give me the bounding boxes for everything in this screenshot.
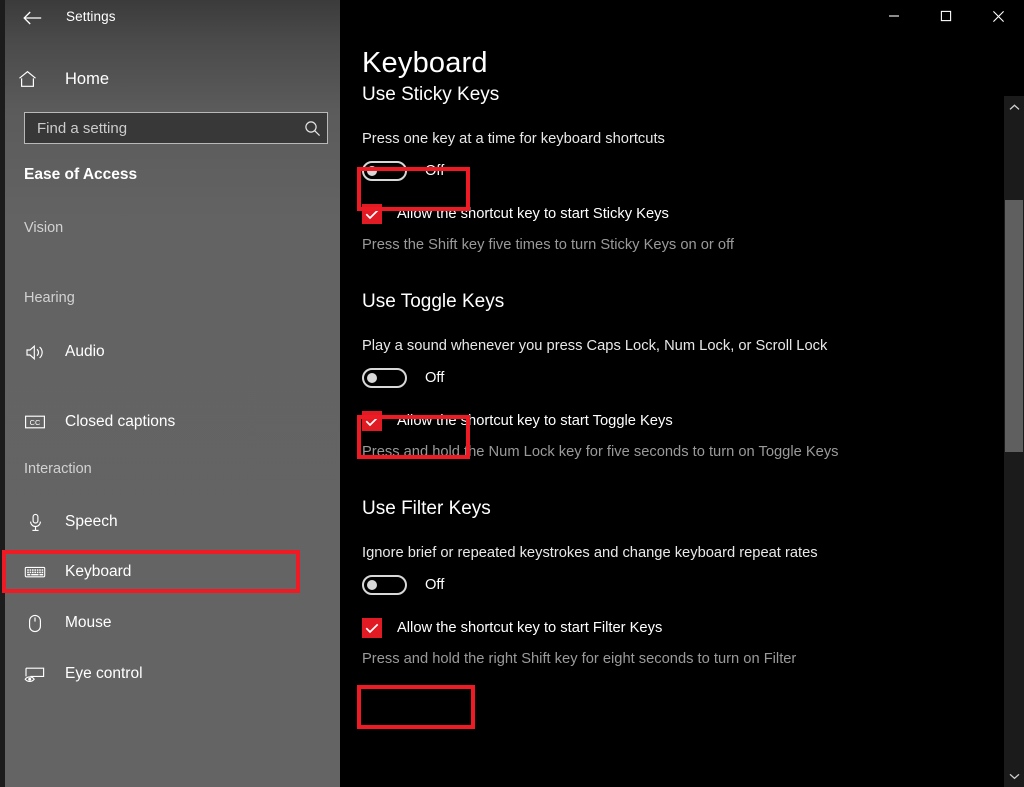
eye-control-icon (23, 666, 47, 683)
sidebar-category-title: Ease of Access (24, 166, 137, 184)
sticky-keys-shortcut-checkbox-row[interactable]: Allow the shortcut key to start Sticky K… (362, 204, 992, 224)
sidebar-item-keyboard[interactable]: Keyboard (5, 551, 340, 593)
toggle-keys-hint: Press and hold the Num Lock key for five… (362, 442, 852, 462)
section-description: Play a sound whenever you press Caps Loc… (362, 336, 842, 356)
section-title: Use Sticky Keys (362, 82, 992, 108)
sidebar-item-closed-captions-label: Closed captions (65, 413, 175, 431)
section-sticky-keys: Use Sticky Keys Press one key at a time … (362, 82, 992, 255)
sidebar-item-home[interactable]: Home (18, 64, 328, 94)
toggle-keys-toggle-row: Off (362, 363, 992, 393)
minimize-button[interactable] (868, 0, 920, 32)
section-toggle-keys: Use Toggle Keys Play a sound whenever yo… (362, 289, 992, 462)
mouse-icon (23, 614, 47, 633)
toggle-knob (367, 166, 377, 176)
speaker-icon (23, 344, 47, 361)
sidebar-item-mouse-label: Mouse (65, 614, 112, 632)
filter-keys-shortcut-checkbox[interactable] (362, 618, 382, 638)
toggle-keys-shortcut-checkbox[interactable] (362, 411, 382, 431)
svg-text:CC: CC (30, 418, 41, 427)
sidebar-group-vision: Vision (24, 220, 63, 236)
home-icon (18, 70, 46, 88)
toggle-keys-toggle-state: Off (425, 370, 444, 386)
section-title: Use Filter Keys (362, 496, 992, 522)
chevron-up-icon[interactable] (1004, 98, 1024, 116)
toggle-knob (367, 373, 377, 383)
filter-keys-shortcut-checkbox-row[interactable]: Allow the shortcut key to start Filter K… (362, 618, 992, 638)
sticky-keys-toggle-row: Off (362, 156, 992, 186)
filter-keys-toggle-state: Off (425, 577, 444, 593)
sidebar-item-eye-control-label: Eye control (65, 665, 143, 683)
settings-content: Keyboard Use Sticky Keys Press one key a… (362, 46, 992, 669)
sidebar-group-hearing: Hearing (24, 290, 75, 306)
filter-keys-toggle[interactable] (362, 575, 407, 595)
toggle-keys-toggle[interactable] (362, 368, 407, 388)
sidebar-item-speech-label: Speech (65, 513, 118, 531)
microphone-icon (23, 513, 47, 532)
filter-keys-shortcut-label: Allow the shortcut key to start Filter K… (397, 620, 662, 636)
sidebar: Settings Home Ease of Access Vision (5, 0, 340, 787)
section-description: Press one key at a time for keyboard sho… (362, 129, 842, 149)
filter-keys-toggle-row: Off (362, 570, 992, 600)
section-filter-keys: Use Filter Keys Ignore brief or repeated… (362, 496, 992, 669)
sticky-keys-toggle-state: Off (425, 163, 444, 179)
toggle-keys-shortcut-label: Allow the shortcut key to start Toggle K… (397, 413, 673, 429)
sidebar-item-eye-control[interactable]: Eye control (5, 653, 340, 695)
sticky-keys-shortcut-checkbox[interactable] (362, 204, 382, 224)
sidebar-item-keyboard-label: Keyboard (65, 563, 131, 581)
maximize-button[interactable] (920, 0, 972, 32)
back-arrow-icon[interactable] (18, 6, 46, 30)
scrollbar-thumb[interactable] (1005, 200, 1023, 452)
section-title: Use Toggle Keys (362, 289, 992, 315)
vertical-scrollbar[interactable] (1004, 96, 1024, 787)
sidebar-item-closed-captions[interactable]: CC Closed captions (5, 401, 340, 443)
page-title: Keyboard (362, 46, 992, 80)
sidebar-group-interaction: Interaction (24, 461, 92, 477)
settings-window: Settings Home Ease of Access Vision (0, 0, 1024, 787)
keyboard-icon (23, 565, 47, 579)
main-panel: Keyboard Use Sticky Keys Press one key a… (340, 0, 1024, 787)
sidebar-titlebar: Settings (5, 0, 340, 34)
closed-caption-icon: CC (23, 414, 47, 430)
toggle-keys-shortcut-checkbox-row[interactable]: Allow the shortcut key to start Toggle K… (362, 411, 992, 431)
sticky-keys-hint: Press the Shift key five times to turn S… (362, 235, 852, 255)
sidebar-item-home-label: Home (65, 70, 109, 89)
search-input[interactable] (25, 120, 297, 137)
sidebar-item-audio-label: Audio (65, 343, 105, 361)
sticky-keys-shortcut-label: Allow the shortcut key to start Sticky K… (397, 206, 669, 222)
sidebar-item-mouse[interactable]: Mouse (5, 602, 340, 644)
close-button[interactable] (972, 0, 1024, 32)
sidebar-item-speech[interactable]: Speech (5, 501, 340, 543)
section-description: Ignore brief or repeated keystrokes and … (362, 543, 842, 563)
filter-keys-hint: Press and hold the right Shift key for e… (362, 649, 852, 669)
sidebar-item-audio[interactable]: Audio (5, 331, 340, 373)
chevron-down-icon[interactable] (1004, 767, 1024, 785)
search-icon[interactable] (297, 120, 327, 137)
sticky-keys-toggle[interactable] (362, 161, 407, 181)
window-title: Settings (66, 9, 116, 24)
window-controls (868, 0, 1024, 32)
toggle-knob (367, 580, 377, 590)
search-box[interactable] (24, 112, 328, 144)
